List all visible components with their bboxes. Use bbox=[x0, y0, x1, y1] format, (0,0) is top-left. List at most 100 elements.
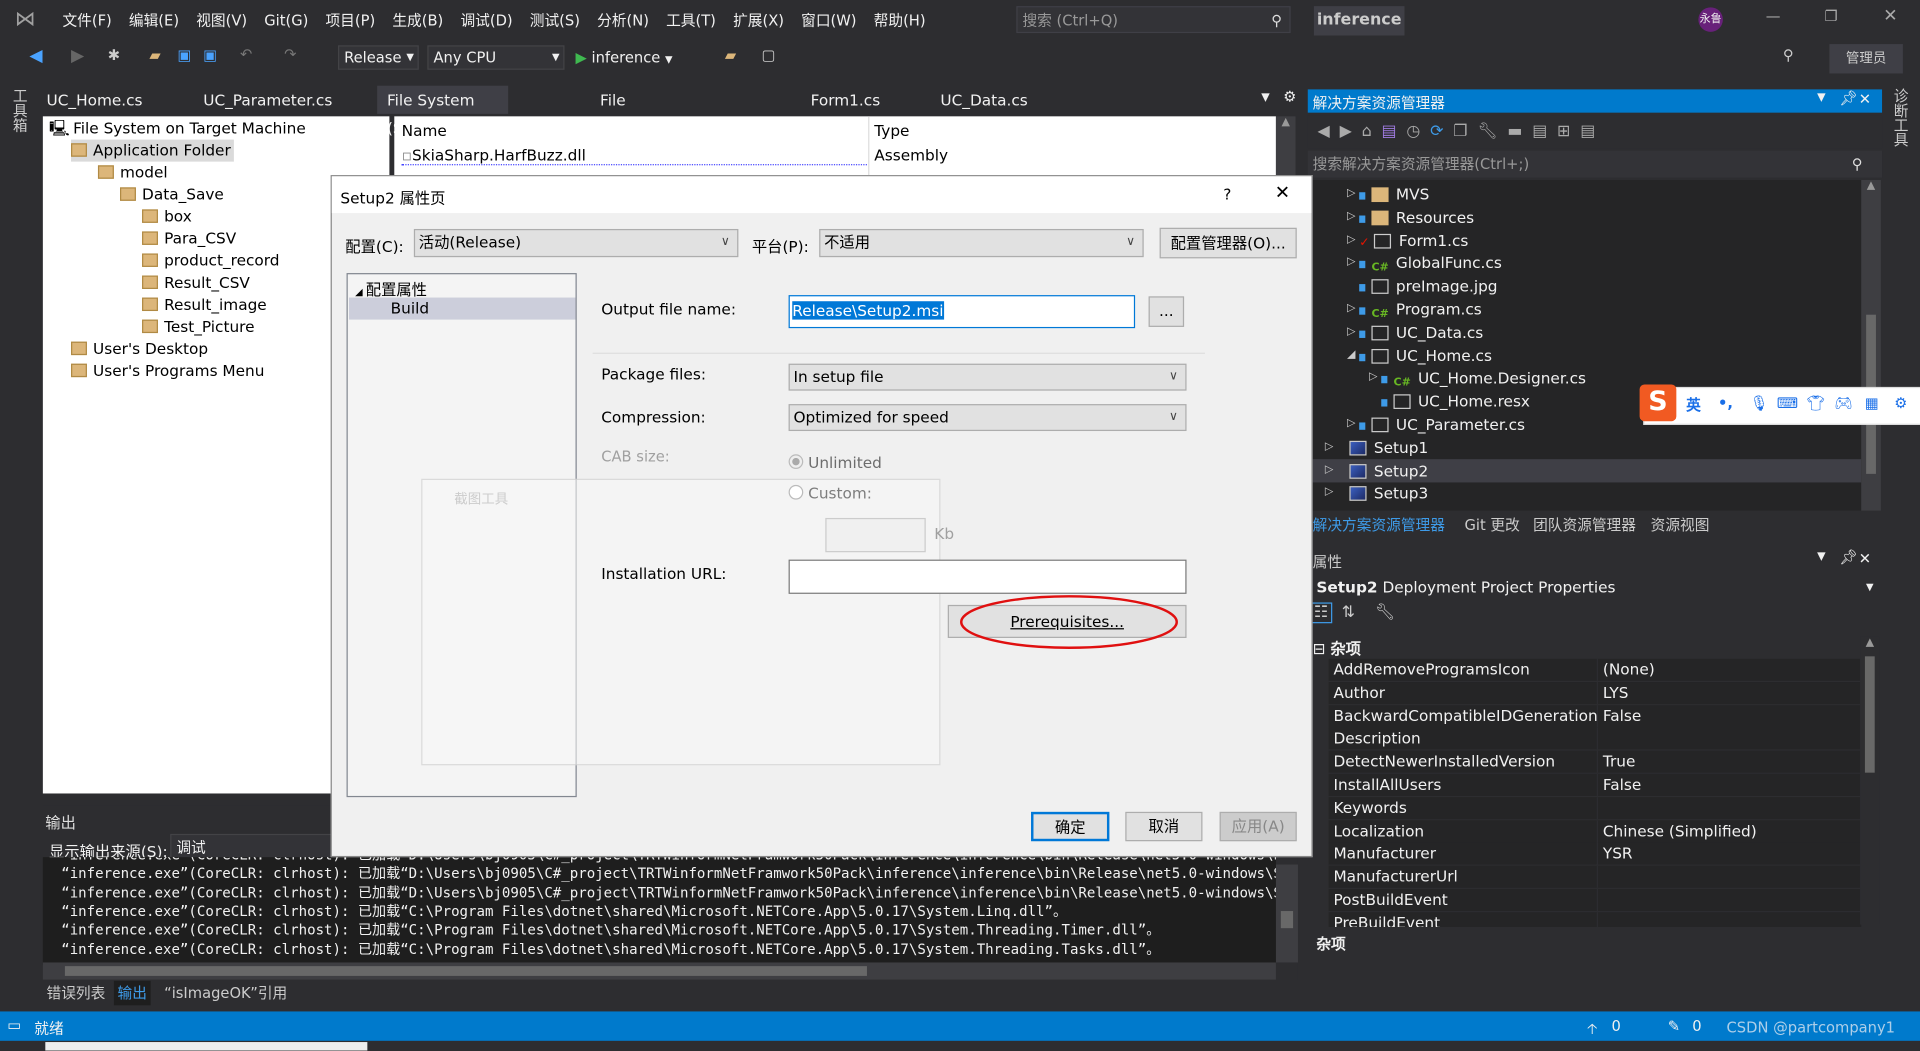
property-value[interactable] bbox=[1596, 912, 1603, 927]
dropdown-icon[interactable]: ▼ bbox=[1817, 551, 1825, 563]
tab-tool-window[interactable]: Git 更改 bbox=[1465, 513, 1520, 537]
collapsed-icon[interactable]: ▷ bbox=[1369, 367, 1377, 390]
platform-dropdown[interactable]: 不适用 ∨ bbox=[819, 228, 1144, 258]
alphabetical-icon[interactable]: ⇅ bbox=[1342, 604, 1355, 622]
property-row[interactable]: DetectNewerInstalledVersion True bbox=[1328, 750, 1862, 775]
tab-bottom[interactable]: 错误列表 bbox=[43, 981, 109, 1005]
property-row[interactable]: BackwardCompatibleIDGeneration False bbox=[1328, 704, 1862, 729]
property-row[interactable]: Author LYS bbox=[1328, 681, 1862, 706]
filter-icon[interactable]: ⊞ bbox=[1557, 122, 1580, 140]
collapsed-icon[interactable]: ▷ bbox=[1347, 413, 1355, 436]
tab-document[interactable]: Form1.cs bbox=[801, 86, 890, 114]
solution-tree-item[interactable]: ◢ UC_Home.cs bbox=[1310, 344, 1861, 367]
property-value[interactable]: True bbox=[1596, 750, 1635, 773]
live-share-icon[interactable]: ⚲ bbox=[1783, 47, 1794, 64]
collapsed-icon[interactable]: ▷ bbox=[1347, 298, 1355, 321]
menu-item[interactable]: 生成(B) bbox=[384, 10, 452, 31]
minus-icon[interactable]: ▬ bbox=[1507, 122, 1532, 140]
ok-button[interactable]: 确定 bbox=[1031, 811, 1110, 842]
tab-tool-window[interactable]: 资源视图 bbox=[1651, 513, 1710, 537]
tab-document[interactable]: File System (Setup2)⊣✕ bbox=[377, 85, 509, 137]
pencil-icon[interactable]: ✎ bbox=[1668, 1018, 1680, 1035]
property-value[interactable]: YSR bbox=[1596, 842, 1633, 865]
tab-document[interactable]: UC_Home.cs bbox=[37, 86, 153, 114]
ime-punct[interactable]: •, bbox=[1718, 394, 1733, 411]
custom-radio[interactable]: Custom: bbox=[788, 484, 872, 502]
tree-node[interactable]: Application Folder bbox=[71, 139, 235, 162]
collapsed-icon[interactable]: ▷ bbox=[1347, 182, 1355, 205]
column-header-type[interactable]: Type bbox=[874, 121, 909, 139]
menu-item[interactable]: 视图(V) bbox=[188, 10, 256, 31]
solution-tree-item[interactable]: ▷ C# GlobalFunc.cs bbox=[1310, 252, 1861, 275]
browse-button[interactable]: ... bbox=[1148, 296, 1185, 327]
property-value[interactable]: False bbox=[1596, 773, 1641, 796]
toolbox-strip[interactable]: 工具箱 bbox=[10, 88, 31, 132]
history-icon[interactable]: ◷ bbox=[1406, 122, 1430, 140]
restore-button[interactable]: ❐ bbox=[1825, 7, 1838, 24]
prerequisites-button[interactable]: Prerequisites... bbox=[947, 604, 1187, 638]
pin-icon[interactable]: 📌︎ bbox=[1839, 549, 1858, 566]
tab-overflow-icon[interactable]: ▼ bbox=[1261, 92, 1269, 104]
property-value[interactable]: Chinese (Simplified) bbox=[1596, 819, 1757, 842]
menu-item[interactable]: 分析(N) bbox=[589, 10, 658, 31]
solution-tree-item[interactable]: ▷ Setup2 bbox=[1310, 458, 1862, 482]
property-row[interactable]: InstallAllUsers False bbox=[1328, 773, 1862, 798]
solution-tree-item[interactable]: ▷ Setup1 bbox=[1310, 436, 1861, 459]
solution-tree-item[interactable]: ▷ UC_Data.cs bbox=[1310, 321, 1861, 344]
menu-item[interactable]: 帮助(H) bbox=[865, 10, 934, 31]
pin-icon[interactable]: 📌︎ bbox=[1839, 89, 1858, 106]
tree-node[interactable]: User's Programs Menu bbox=[71, 360, 264, 382]
menu-item[interactable]: 测试(S) bbox=[521, 10, 588, 31]
expanded-icon[interactable]: ◢ bbox=[1347, 344, 1355, 367]
output-vscrollbar[interactable] bbox=[1275, 864, 1298, 963]
settings-icon[interactable]: ⚙ bbox=[1894, 394, 1907, 411]
back-icon[interactable]: ◀ bbox=[29, 47, 42, 67]
back-icon[interactable]: ◀ bbox=[1318, 122, 1340, 140]
skin-icon[interactable]: 👕︎ bbox=[1806, 394, 1825, 411]
collapsed-icon[interactable]: ▷ bbox=[1325, 482, 1333, 505]
property-value[interactable]: (None) bbox=[1596, 658, 1655, 681]
property-row[interactable]: Localization Chinese (Simplified) bbox=[1328, 819, 1862, 844]
tree-node-build[interactable]: Build bbox=[348, 297, 576, 320]
tree-node[interactable]: User's Desktop bbox=[71, 338, 208, 360]
property-value[interactable] bbox=[1596, 865, 1603, 888]
tree-node[interactable]: product_record bbox=[142, 250, 280, 272]
folder-search-icon[interactable]: ▰ bbox=[725, 47, 736, 64]
solution-tree-item[interactable]: ▷ Resources bbox=[1310, 205, 1861, 228]
collapsed-icon[interactable]: ▷ bbox=[1347, 205, 1355, 228]
config-dropdown[interactable]: 活动(Release) ∨ bbox=[413, 228, 739, 258]
solution-tree-item[interactable]: ▷ Setup3 bbox=[1310, 482, 1861, 505]
sync-icon[interactable]: ⟳ bbox=[1430, 122, 1453, 140]
dropdown-icon[interactable]: ▼ bbox=[1817, 92, 1825, 104]
tab-bottom[interactable]: 输出 bbox=[113, 980, 151, 1006]
close-icon[interactable]: ✕ bbox=[1859, 91, 1871, 108]
collapsed-icon[interactable]: ▷ bbox=[1325, 436, 1333, 459]
property-row[interactable]: ManufacturerUrl bbox=[1328, 865, 1862, 890]
undo-icon[interactable]: ↶ bbox=[240, 45, 252, 62]
column-header-name[interactable]: Name bbox=[402, 121, 447, 139]
collapsed-icon[interactable]: ▷ bbox=[1347, 321, 1355, 344]
property-row[interactable]: Manufacturer YSR bbox=[1328, 842, 1862, 867]
solution-tree-item[interactable]: ▷ MVS bbox=[1310, 182, 1861, 205]
preview-icon[interactable]: ▤ bbox=[1580, 122, 1605, 140]
scroll-thumb[interactable] bbox=[64, 966, 867, 976]
tab-document[interactable]: File System (Setup3) bbox=[590, 86, 676, 166]
solution-search-input[interactable]: 搜索解决方案资源管理器(Ctrl+;) ⚲ bbox=[1307, 150, 1883, 178]
property-row[interactable]: AddRemoveProgramsIcon (None) bbox=[1328, 658, 1862, 683]
list-item[interactable]: ▫SkiaSharp.HarfBuzz.dll bbox=[401, 146, 867, 166]
keyboard-icon[interactable]: ⌨︎ bbox=[1777, 394, 1798, 411]
tab-tool-window[interactable]: 团队资源管理器 bbox=[1533, 513, 1636, 537]
properties-object-selector[interactable]: Setup2 Deployment Project Properties ▼ bbox=[1310, 576, 1881, 600]
tree-node[interactable]: Test_Picture bbox=[142, 316, 255, 338]
search-input[interactable]: 搜索 (Ctrl+Q) ⚲ bbox=[1016, 6, 1291, 34]
avatar[interactable]: 永鲁 bbox=[1698, 7, 1723, 32]
diagnostics-strip[interactable]: 诊断工具 bbox=[1891, 88, 1912, 147]
menu-item[interactable]: 扩展(X) bbox=[725, 10, 793, 31]
collapsed-icon[interactable]: ▷ bbox=[1325, 459, 1333, 482]
save-all-icon[interactable]: ▣ bbox=[203, 47, 217, 64]
property-grid-scrollbar[interactable]: ▲ bbox=[1860, 636, 1880, 925]
package-files-dropdown[interactable]: In setup file ∨ bbox=[788, 363, 1187, 391]
publish-up-icon[interactable]: 🡡 bbox=[1587, 1018, 1598, 1044]
tree-node[interactable]: model bbox=[97, 162, 168, 184]
microphone-icon[interactable]: 🎙︎ bbox=[1750, 394, 1769, 411]
